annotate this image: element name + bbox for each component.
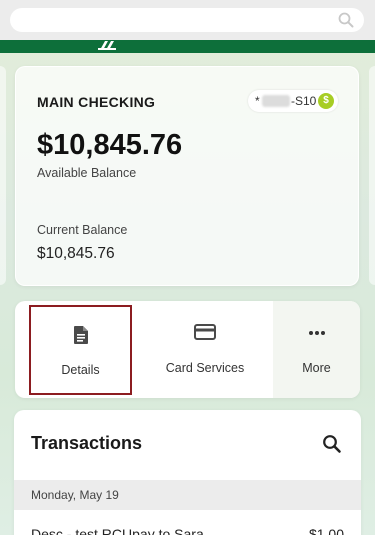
account-card[interactable]: MAIN CHECKING * -S10 $ $10,845.76 Availa… xyxy=(15,66,359,286)
more-button[interactable]: More xyxy=(273,301,360,398)
account-number-chip[interactable]: * -S10 $ xyxy=(248,90,338,112)
date-group-header: Monday, May 19 xyxy=(14,480,361,510)
more-dots-icon xyxy=(307,323,327,348)
details-button[interactable]: Details xyxy=(29,305,132,395)
more-label: More xyxy=(302,361,331,375)
document-icon xyxy=(72,325,90,350)
details-label: Details xyxy=(61,363,100,377)
masked-account-number xyxy=(262,95,290,107)
date-label: Monday, May 19 xyxy=(31,488,119,502)
previous-account-card[interactable] xyxy=(0,66,6,285)
current-balance-label: Current Balance xyxy=(37,223,128,237)
brand-logo-icon xyxy=(96,37,118,50)
transactions-title: Transactions xyxy=(31,433,143,453)
top-bar xyxy=(0,0,375,42)
available-balance-value: $10,845.76 xyxy=(37,129,183,161)
current-balance-value: $10,845.76 xyxy=(37,245,115,262)
transactions-card: Transactions Monday, May 19 Desc - test … xyxy=(14,410,361,535)
card-services-button[interactable]: Card Services xyxy=(140,301,270,398)
account-name: MAIN CHECKING xyxy=(37,94,156,110)
search-icon[interactable] xyxy=(322,434,342,459)
available-balance-label: Available Balance xyxy=(37,166,137,180)
credit-card-icon xyxy=(194,323,216,346)
next-account-card[interactable] xyxy=(369,66,375,285)
search-icon[interactable] xyxy=(338,12,354,28)
transaction-description[interactable]: Desc - test RCUpay to Sara xyxy=(31,526,331,535)
dollar-badge-icon: $ xyxy=(318,93,334,109)
search-input[interactable] xyxy=(10,8,364,32)
card-services-label: Card Services xyxy=(165,361,245,375)
transaction-amount: $1.00 xyxy=(308,526,344,535)
brand-band xyxy=(0,40,375,53)
account-actions: Details Card Services More xyxy=(15,301,360,398)
account-suffix: -S10 xyxy=(291,94,317,108)
masked-prefix: * xyxy=(255,94,260,108)
